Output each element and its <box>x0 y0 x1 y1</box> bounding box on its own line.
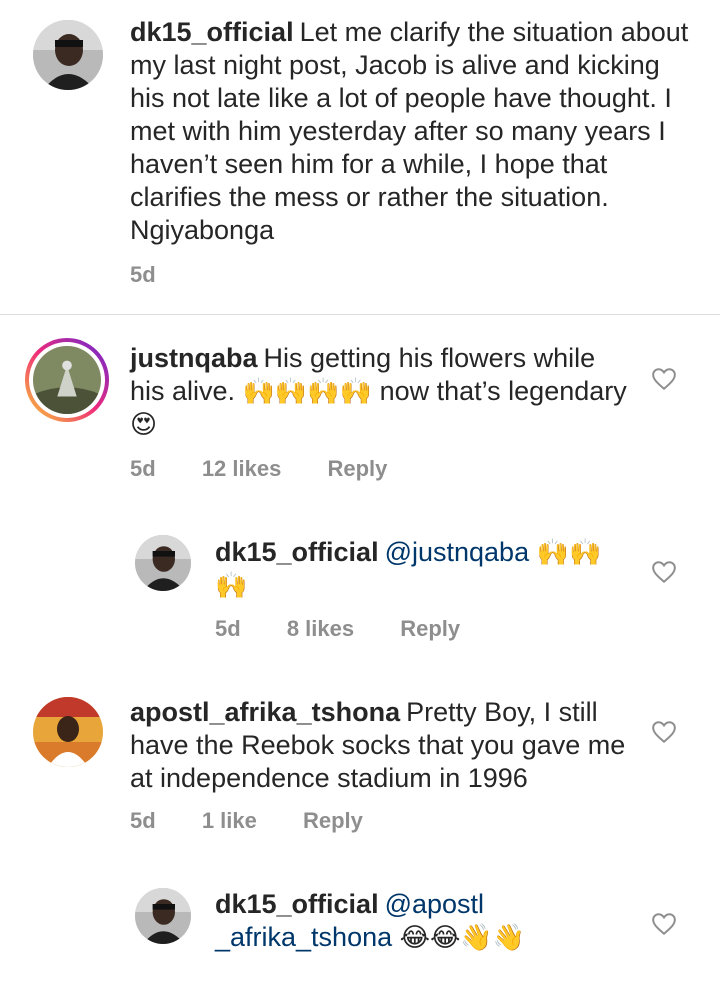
comment-meta: 5d 1 like Reply <box>130 808 403 834</box>
comment-time: 5d <box>130 456 156 481</box>
reply-text: dk15_official @justnqaba 🙌🙌🙌 <box>215 536 625 602</box>
comment-username[interactable]: apostl_afrika_tshona <box>130 697 400 727</box>
like-count[interactable]: 1 like <box>202 808 257 833</box>
reply-button[interactable]: Reply <box>400 616 460 641</box>
heart-outline-icon[interactable] <box>651 367 677 391</box>
comment-body-continued: now that’s legendary <box>379 376 627 406</box>
reply-meta: 5d 8 likes Reply <box>215 616 500 642</box>
reply-button[interactable]: Reply <box>303 808 363 833</box>
heart-outline-icon[interactable] <box>651 720 677 744</box>
like-count[interactable]: 8 likes <box>287 616 354 641</box>
profile-photo-icon <box>135 888 191 944</box>
laugh-wave-emoji: 😂😂👋👋 <box>399 922 526 952</box>
mention-link-continued[interactable]: _afrika_tshona <box>215 922 392 952</box>
avatar <box>33 346 101 414</box>
divider <box>0 314 720 315</box>
avatar[interactable] <box>33 697 103 767</box>
profile-photo-icon <box>33 697 103 767</box>
comment-meta: 5d <box>130 262 196 288</box>
comment-username[interactable]: justnqaba <box>130 343 258 373</box>
comment-text: apostl_afrika_tshona Pretty Boy, I still … <box>130 696 630 795</box>
reply-username[interactable]: dk15_official <box>215 889 379 919</box>
comment-meta: 5d 12 likes Reply <box>130 456 427 482</box>
profile-photo-icon <box>135 535 191 591</box>
profile-photo-icon <box>33 346 101 414</box>
comment-text: justnqaba His getting his flowers while h… <box>130 342 630 441</box>
profile-photo-icon <box>33 20 103 90</box>
story-ring[interactable] <box>25 338 109 422</box>
reply-text: dk15_official @apostl _afrika_tshona 😂😂👋👋 <box>215 888 635 954</box>
avatar[interactable] <box>33 20 103 90</box>
mention-link[interactable]: @apostl <box>385 889 484 919</box>
avatar[interactable] <box>135 888 191 944</box>
like-count[interactable]: 12 likes <box>202 456 282 481</box>
comment-username[interactable]: dk15_official <box>130 17 294 47</box>
heart-eyes-emoji: 😍 <box>130 409 158 439</box>
avatar[interactable] <box>135 535 191 591</box>
reply-username[interactable]: dk15_official <box>215 537 379 567</box>
comment-text: dk15_official Let me clarify the situatio… <box>130 16 690 247</box>
raised-hands-emoji: 🙌🙌🙌🙌 <box>242 376 373 406</box>
comment-body: Let me clarify the situation about my la… <box>130 17 689 245</box>
reply-time: 5d <box>215 616 241 641</box>
comment-time: 5d <box>130 262 156 287</box>
heart-outline-icon[interactable] <box>651 560 677 584</box>
reply-button[interactable]: Reply <box>327 456 387 481</box>
heart-outline-icon[interactable] <box>651 912 677 936</box>
comment-time: 5d <box>130 808 156 833</box>
mention-link[interactable]: @justnqaba <box>385 537 530 567</box>
